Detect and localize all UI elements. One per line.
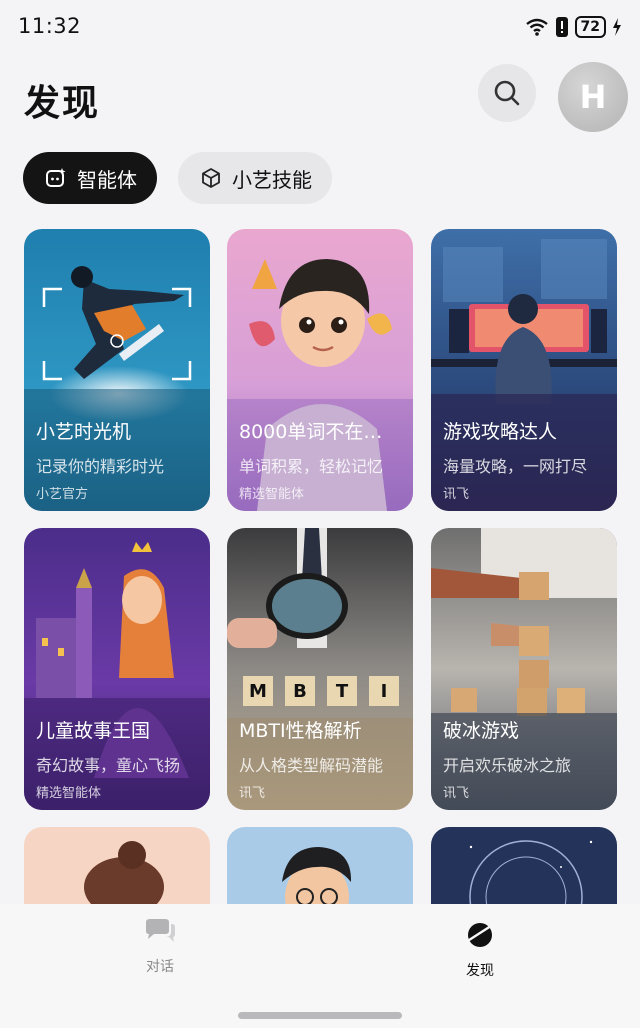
card-title: 儿童故事王国 — [36, 720, 151, 742]
search-button[interactable] — [478, 64, 536, 122]
tab-skills-label: 小艺技能 — [232, 167, 312, 192]
nav-item-chat[interactable]: 对话 — [120, 918, 200, 976]
battery-icon: 72 — [574, 16, 606, 38]
agent-card-time-machine[interactable]: 小艺时光机 记录你的精彩时光 小艺官方 — [24, 229, 210, 511]
card-title: MBTI性格解析 — [239, 720, 362, 742]
card-image-partial-zodiac — [431, 827, 617, 907]
status-bar: 11:32 72 — [0, 0, 640, 56]
card-source: 精选智能体 — [36, 786, 102, 801]
nav-item-discover[interactable]: 发现 — [440, 918, 520, 980]
card-title: 游戏攻略达人 — [443, 421, 558, 443]
mbti-block: B — [285, 676, 315, 706]
card-source: 讯飞 — [443, 487, 470, 502]
agent-card-kids-stories[interactable]: 儿童故事王国 奇幻故事，童心飞扬 精选智能体 — [24, 528, 210, 810]
card-source: 小艺官方 — [36, 487, 89, 502]
tab-agents-label: 智能体 — [77, 167, 137, 192]
agent-card-partial[interactable] — [24, 827, 210, 907]
card-title: 破冰游戏 — [443, 720, 520, 742]
planet-icon — [465, 922, 495, 947]
status-icons: 72 — [525, 16, 622, 38]
charging-icon — [613, 18, 621, 36]
home-indicator[interactable] — [238, 1012, 402, 1019]
agent-icon — [46, 168, 66, 187]
chat-icon — [146, 919, 175, 942]
avatar[interactable]: H — [558, 62, 628, 132]
agent-card-partial[interactable] — [431, 827, 617, 907]
agent-card-vocabulary[interactable]: 8000单词不在… 单词积累，轻松记忆 精选智能体 — [227, 229, 413, 511]
card-title: 8000单词不在… — [239, 421, 383, 443]
card-title: 小艺时光机 — [36, 421, 132, 443]
mbti-block: I — [369, 676, 399, 706]
card-description: 海量攻略，一网打尽 — [443, 457, 588, 476]
card-description: 从人格类型解码潜能 — [239, 756, 384, 775]
nav-label: 发现 — [466, 963, 494, 979]
mbti-block: T — [327, 676, 357, 706]
tab-agents[interactable]: 智能体 — [23, 152, 157, 204]
mbti-block: M — [243, 676, 273, 706]
card-description: 开启欢乐破冰之旅 — [443, 756, 572, 775]
card-image-partial-girl — [24, 827, 210, 907]
mbti-blocks: M B T I — [243, 676, 399, 706]
page-title: 发现 — [24, 83, 101, 124]
cube-icon — [202, 168, 220, 188]
card-source: 精选智能体 — [239, 487, 305, 502]
agent-card-mbti[interactable]: M B T I MBTI性格解析 从人格类型解码潜能 讯飞 — [227, 528, 413, 810]
card-source: 讯飞 — [443, 786, 470, 801]
alert-icon — [555, 17, 568, 37]
card-description: 单词积累，轻松记忆 — [239, 457, 384, 476]
wifi-icon — [525, 18, 548, 36]
agent-card-icebreaker[interactable]: 破冰游戏 开启欢乐破冰之旅 讯飞 — [431, 528, 617, 810]
card-source: 讯飞 — [239, 786, 266, 801]
status-time: 11:32 — [18, 14, 82, 38]
card-description: 记录你的精彩时光 — [36, 457, 165, 476]
card-image-partial-boy — [227, 827, 413, 907]
agent-card-game-guide[interactable]: 游戏攻略达人 海量攻略，一网打尽 讯飞 — [431, 229, 617, 511]
search-icon — [494, 80, 520, 106]
agent-card-partial[interactable] — [227, 827, 413, 907]
bottom-nav: 对话 发现 — [0, 904, 640, 1028]
card-description: 奇幻故事，童心飞扬 — [36, 756, 181, 775]
nav-label: 对话 — [146, 959, 174, 975]
tab-skills[interactable]: 小艺技能 — [178, 152, 332, 204]
